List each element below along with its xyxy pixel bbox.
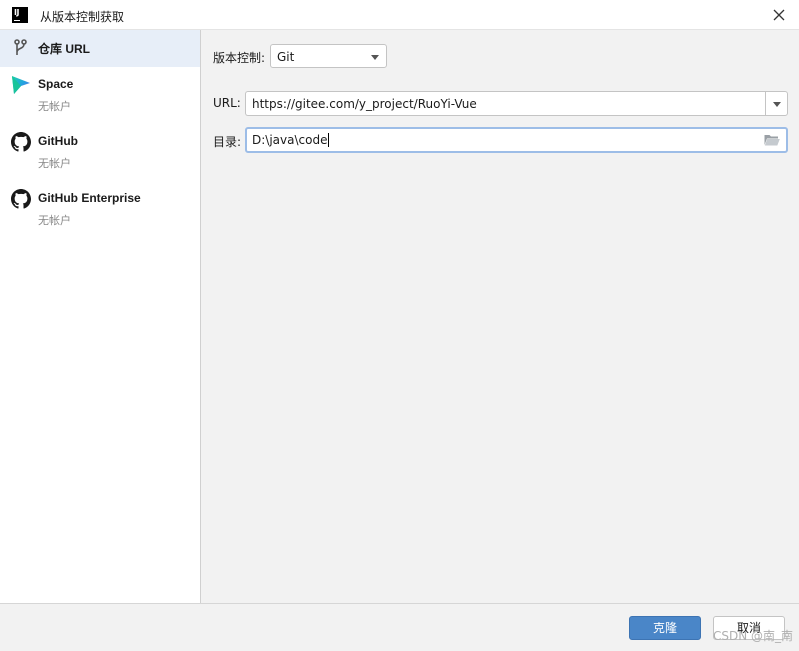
intellij-logo-icon: IJ [12, 7, 28, 23]
directory-input[interactable]: D:\java\code [245, 127, 788, 153]
dialog-button-bar: 克隆 取消 [0, 603, 799, 651]
sidebar-item-space[interactable]: Space 无帐户 [0, 67, 200, 124]
sidebar-item-label: 仓库 URL [38, 42, 90, 56]
chevron-down-icon [773, 102, 781, 107]
git-branch-icon [14, 39, 27, 55]
close-icon [773, 9, 785, 21]
chevron-down-icon [371, 55, 379, 60]
sidebar-item-sub: 无帐户 [38, 157, 71, 170]
sidebar: 仓库 URL Space 无帐户 GitHub 无帐户 GitHub Enter… [0, 30, 201, 603]
directory-label: 目录: [213, 135, 242, 149]
directory-input-value: D:\java\code [252, 133, 330, 147]
sidebar-item-sub: 无帐户 [38, 100, 71, 113]
title-bar: IJ 从版本控制获取 [0, 0, 799, 30]
sidebar-item-label: Space [38, 77, 74, 91]
sidebar-item-sub: 无帐户 [38, 214, 71, 227]
folder-open-icon[interactable] [764, 134, 780, 146]
github-icon [11, 189, 31, 209]
url-history-dropdown-button[interactable] [765, 91, 788, 116]
sidebar-item-repository-url[interactable]: 仓库 URL [0, 30, 200, 67]
url-input[interactable]: https://gitee.com/y_project/RuoYi-Vue [245, 91, 765, 116]
vcs-select-value: Git [277, 50, 295, 64]
url-input-value: https://gitee.com/y_project/RuoYi-Vue [252, 97, 477, 111]
vcs-label: 版本控制: [213, 51, 266, 65]
sidebar-item-github-enterprise[interactable]: GitHub Enterprise 无帐户 [0, 181, 200, 238]
watermark: CSDN @南_南 [712, 629, 793, 643]
url-label: URL: [213, 96, 241, 110]
window-title: 从版本控制获取 [40, 10, 125, 24]
close-button[interactable] [769, 5, 789, 25]
text-caret [328, 133, 330, 147]
sidebar-item-label: GitHub [38, 134, 78, 148]
sidebar-item-label: GitHub Enterprise [38, 191, 141, 205]
vcs-select[interactable]: Git [270, 44, 387, 68]
sidebar-item-github[interactable]: GitHub 无帐户 [0, 124, 200, 181]
github-icon [11, 132, 31, 152]
space-logo-icon [12, 76, 30, 94]
clone-button[interactable]: 克隆 [629, 616, 701, 640]
